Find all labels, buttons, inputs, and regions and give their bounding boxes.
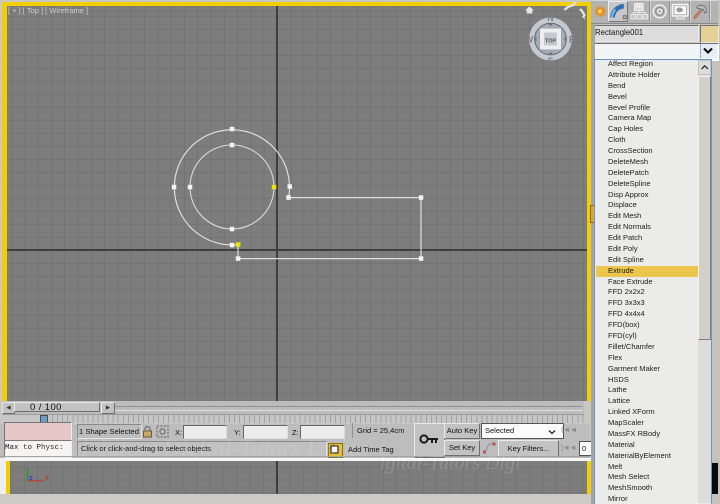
svg-text:E: E <box>569 35 575 45</box>
svg-text:z: z <box>29 473 33 482</box>
svg-text:TOP: TOP <box>545 39 557 45</box>
svg-text:S: S <box>547 56 553 66</box>
svg-text:N: N <box>547 13 554 23</box>
svg-text:x: x <box>45 473 50 482</box>
svg-text:W: W <box>525 35 534 45</box>
